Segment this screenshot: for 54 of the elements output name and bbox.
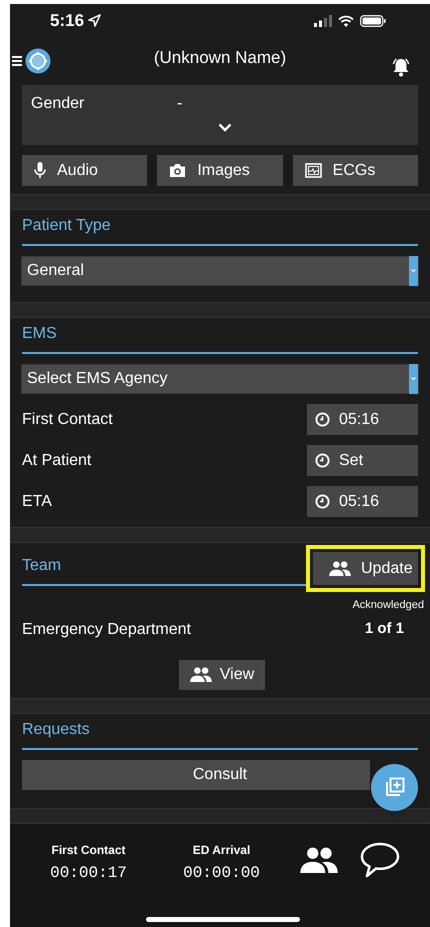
- consult-button[interactable]: Consult: [22, 760, 370, 790]
- expand-button[interactable]: [218, 123, 232, 132]
- people-icon: [300, 846, 338, 874]
- dropdown-select[interactable]: Select EMS Agency: [21, 364, 419, 394]
- people-icon: [190, 666, 212, 682]
- battery-icon: [360, 14, 386, 26]
- acknowledged-count: 1 of 1: [364, 619, 405, 640]
- media-button[interactable]: Audio: [22, 155, 148, 186]
- section-heading: Patient Type: [22, 216, 111, 236]
- time-button[interactable]: 05:16: [307, 486, 418, 517]
- ecg-icon: [304, 163, 322, 178]
- location-arrow-icon: [88, 14, 102, 27]
- section-heading: Team: [22, 556, 62, 576]
- view-button[interactable]: View: [178, 660, 266, 690]
- clock-icon: [315, 412, 330, 427]
- time-button[interactable]: Set: [307, 445, 418, 476]
- media-button[interactable]: Images: [157, 155, 283, 186]
- patient-name-title: (Unknown Name): [152, 47, 288, 69]
- gender-value: -: [177, 94, 182, 114]
- clock-icon: [315, 494, 330, 509]
- signal-icon: [314, 14, 332, 26]
- time-button[interactable]: 05:16: [307, 404, 418, 435]
- add-stack-icon: [384, 777, 404, 797]
- timer-label: First Contact: [51, 842, 126, 858]
- logo-icon: [25, 48, 51, 74]
- field-label: ETA: [22, 492, 52, 512]
- status-time: 5:16: [50, 10, 84, 32]
- field-label: At Patient: [22, 450, 92, 470]
- department-name: Emergency Department: [22, 620, 191, 640]
- chevron-down-icon: [218, 123, 232, 132]
- wifi-icon: [338, 14, 354, 26]
- people-icon: [329, 560, 351, 576]
- menu-button[interactable]: [12, 55, 22, 67]
- add-floating-button[interactable]: [371, 764, 418, 810]
- acknowledged-label: Acknowledged: [352, 598, 424, 613]
- team-button[interactable]: [300, 846, 338, 874]
- media-button[interactable]: ECGs: [292, 155, 418, 186]
- gender-label: Gender: [31, 94, 84, 114]
- chat-button[interactable]: [360, 842, 400, 878]
- clock-icon: [315, 453, 330, 468]
- timer-label: ED Arrival: [192, 842, 250, 858]
- section-heading: Requests: [22, 720, 90, 740]
- timer-value: 00:00:00: [183, 862, 260, 884]
- microphone-icon: [34, 162, 46, 179]
- alarm-bell-button[interactable]: [390, 57, 412, 77]
- update-button[interactable]: Update: [306, 545, 425, 592]
- chat-icon: [360, 842, 400, 878]
- section-heading: EMS: [22, 324, 57, 344]
- bell-icon: [390, 57, 412, 77]
- dropdown-select[interactable]: General: [21, 256, 419, 286]
- field-label: First Contact: [22, 410, 113, 430]
- timer-value: 00:00:17: [50, 862, 127, 884]
- menu-icon: [12, 55, 22, 67]
- camera-icon: [169, 163, 186, 178]
